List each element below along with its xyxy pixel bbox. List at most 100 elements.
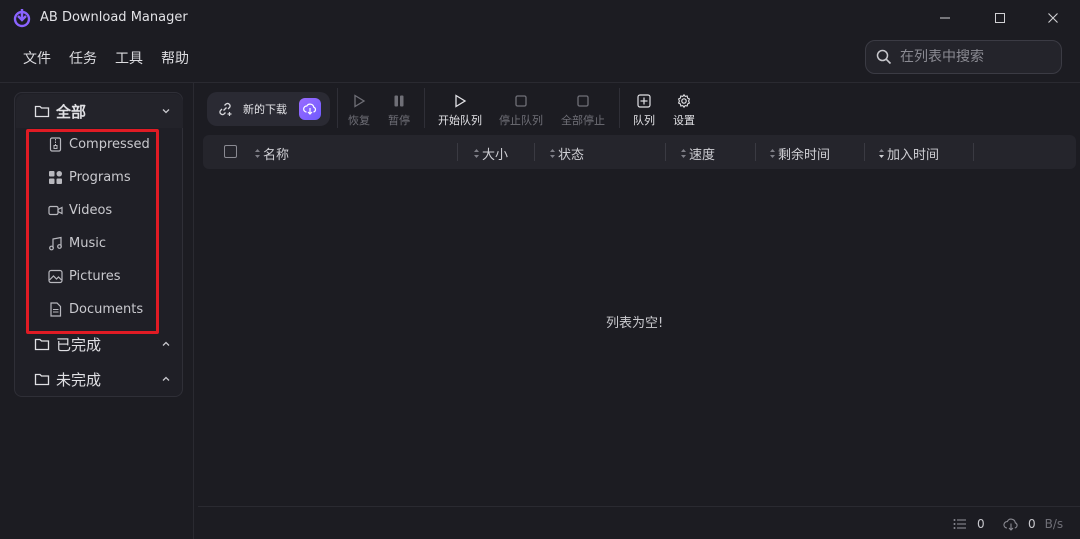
resume-button[interactable]: 恢复 xyxy=(348,92,370,128)
category-incomplete-label: 未完成 xyxy=(56,370,102,389)
new-download-button[interactable]: 新的下载 xyxy=(207,92,330,126)
cloud-download-icon xyxy=(299,98,321,120)
column-label: 加入时间 xyxy=(887,148,940,163)
sort-icon xyxy=(550,149,555,158)
queue-stack-icon xyxy=(637,94,651,108)
sort-icon xyxy=(770,149,775,158)
zip-file-icon xyxy=(49,136,62,152)
toolbar-separator xyxy=(424,88,425,128)
stop-all-label: 全部停止 xyxy=(561,114,605,127)
footer-divider xyxy=(198,506,1080,507)
maximize-button[interactable] xyxy=(985,6,1015,30)
column-header-remaining-time[interactable]: 剩余时间 xyxy=(769,144,830,163)
music-note-icon xyxy=(49,236,62,250)
queues-label: 队列 xyxy=(633,114,655,127)
column-label: 大小 xyxy=(482,148,509,163)
column-header-size[interactable]: 大小 xyxy=(473,144,508,163)
folder-icon xyxy=(34,373,50,386)
minimize-icon xyxy=(940,17,950,19)
sidebar-item-programs[interactable]: Programs xyxy=(48,164,131,190)
sort-icon xyxy=(681,149,686,158)
document-icon xyxy=(50,301,62,317)
sidebar-item-music[interactable]: Music xyxy=(48,230,106,256)
menu-tasks[interactable]: 任务 xyxy=(60,44,106,72)
stop-queue-label: 停止队列 xyxy=(499,114,543,127)
sidebar-divider xyxy=(193,83,194,539)
close-button[interactable] xyxy=(1038,6,1068,30)
resume-label: 恢复 xyxy=(348,114,370,127)
column-header-name[interactable]: 名称 xyxy=(254,144,289,163)
sidebar-item-pictures[interactable]: Pictures xyxy=(48,263,120,289)
column-header-status[interactable]: 状态 xyxy=(549,144,584,163)
sidebar-item-label: Videos xyxy=(69,202,113,218)
select-all-checkbox[interactable] xyxy=(224,145,237,158)
stop-queue-button[interactable]: 停止队列 xyxy=(499,92,543,128)
stop-icon xyxy=(515,95,527,107)
chevron-down-icon xyxy=(162,109,170,114)
empty-list-message: 列表为空! xyxy=(606,316,664,331)
close-icon xyxy=(1048,13,1058,23)
pause-icon xyxy=(394,95,404,107)
header-divider xyxy=(0,82,1080,83)
video-camera-icon xyxy=(48,205,63,215)
column-label: 名称 xyxy=(263,148,290,163)
app-title: AB Download Manager xyxy=(40,10,188,25)
sidebar-item-label: Compressed xyxy=(69,136,150,152)
column-divider xyxy=(755,143,756,161)
queues-button[interactable]: 队列 xyxy=(633,92,655,128)
apps-grid-icon xyxy=(49,170,62,184)
search-input[interactable] xyxy=(900,49,1050,65)
chevron-up-icon xyxy=(162,341,170,346)
image-icon xyxy=(48,269,63,283)
column-header-speed[interactable]: 速度 xyxy=(680,144,715,163)
stop-all-button[interactable]: 全部停止 xyxy=(561,92,605,128)
stop-icon xyxy=(577,95,589,107)
sidebar-item-compressed[interactable]: Compressed xyxy=(48,131,150,157)
sidebar-item-label: Documents xyxy=(69,301,144,317)
menu-file[interactable]: 文件 xyxy=(14,44,60,72)
folder-icon xyxy=(34,338,50,351)
gear-icon xyxy=(677,94,691,108)
folder-icon xyxy=(34,105,50,118)
play-icon xyxy=(354,94,366,108)
category-all[interactable]: 全部 xyxy=(16,94,183,128)
active-count: 0 xyxy=(977,517,985,531)
pause-label: 暂停 xyxy=(388,114,410,127)
sidebar-item-videos[interactable]: Videos xyxy=(48,197,112,223)
menu-tools[interactable]: 工具 xyxy=(106,44,152,72)
maximize-icon xyxy=(995,13,1005,23)
column-divider xyxy=(457,143,458,161)
column-label: 剩余时间 xyxy=(778,148,831,163)
active-downloads-status: 0 xyxy=(953,517,985,531)
sort-desc-icon xyxy=(879,149,884,158)
column-label: 状态 xyxy=(558,148,585,163)
search-icon xyxy=(876,49,892,65)
title-bar: AB Download Manager xyxy=(0,0,1080,36)
category-incomplete[interactable]: 未完成 xyxy=(16,362,183,396)
start-queue-button[interactable]: 开始队列 xyxy=(438,92,482,128)
sidebar-item-label: Pictures xyxy=(69,268,121,284)
speed-value: 0 xyxy=(1028,517,1036,531)
sidebar-item-documents[interactable]: Documents xyxy=(48,296,143,322)
settings-label: 设置 xyxy=(673,114,695,127)
cloud-download-icon xyxy=(1003,518,1018,531)
sidebar-item-label: Music xyxy=(69,235,106,251)
speed-unit: B/s xyxy=(1044,517,1064,531)
minimize-button[interactable] xyxy=(930,6,960,30)
menu-help[interactable]: 帮助 xyxy=(152,44,198,72)
table-header: 名称 大小 状态 速度 剩余时间 加入时间 xyxy=(203,135,1076,169)
category-completed[interactable]: 已完成 xyxy=(16,327,183,361)
settings-button[interactable]: 设置 xyxy=(673,92,695,128)
link-icon xyxy=(219,102,232,116)
search-box[interactable] xyxy=(865,40,1062,74)
chevron-up-icon xyxy=(162,376,170,381)
start-queue-label: 开始队列 xyxy=(438,114,482,127)
list-icon xyxy=(953,519,966,529)
sidebar-item-label: Programs xyxy=(69,169,131,185)
play-icon xyxy=(455,94,467,108)
pause-button[interactable]: 暂停 xyxy=(388,92,410,128)
menu-bar: 文件 任务 工具 帮助 xyxy=(14,44,198,72)
toolbar-separator xyxy=(337,88,338,128)
new-download-label: 新的下载 xyxy=(243,103,287,116)
column-header-added-time[interactable]: 加入时间 xyxy=(878,144,939,163)
